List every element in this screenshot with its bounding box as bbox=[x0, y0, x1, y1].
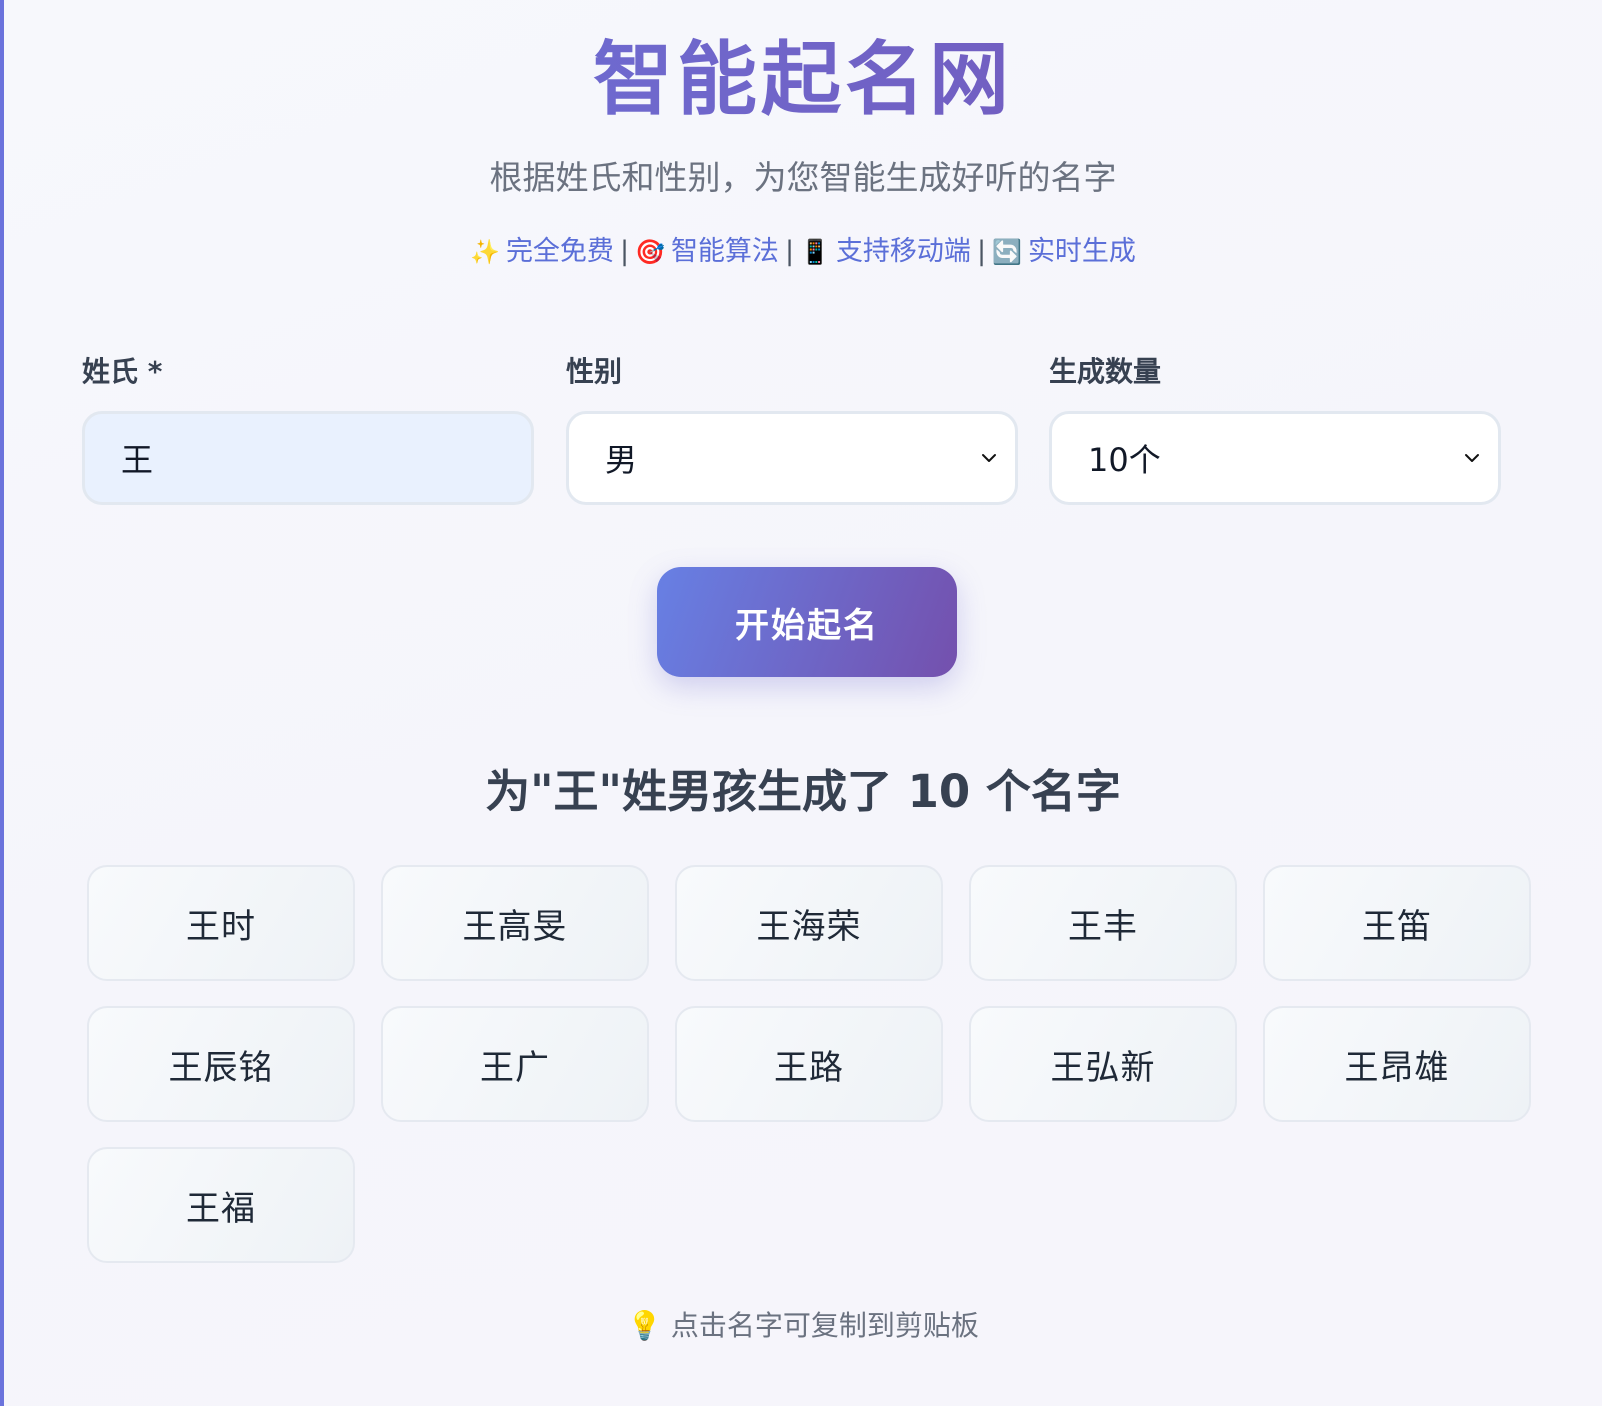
feature-algorithm: 智能算法 bbox=[670, 236, 779, 267]
chevron-down-icon bbox=[982, 454, 996, 462]
name-card[interactable]: 王海荣 bbox=[675, 865, 943, 981]
feature-mobile: 支持移动端 bbox=[835, 236, 971, 267]
name-card[interactable]: 王福 bbox=[87, 1147, 355, 1263]
name-grid: 王时 王高旻 王海荣 王丰 王笛 王辰铭 王广 王路 王弘新 王昂雄 王福 bbox=[87, 865, 1531, 1263]
mobile-phone-icon: 📱 bbox=[800, 238, 830, 266]
generate-button[interactable]: 开始起名 bbox=[657, 567, 957, 677]
name-card[interactable]: 王高旻 bbox=[381, 865, 649, 981]
sparkles-icon: ✨ bbox=[470, 238, 500, 266]
name-card[interactable]: 王弘新 bbox=[969, 1006, 1237, 1122]
name-card[interactable]: 王丰 bbox=[969, 865, 1237, 981]
copy-tip: 💡 点击名字可复制到剪贴板 bbox=[4, 1306, 1602, 1346]
feature-list: ✨ 完全免费 | 🎯 智能算法 | 📱 支持移动端 | 🔄 实时生成 bbox=[4, 232, 1602, 272]
chevron-down-icon bbox=[1465, 454, 1479, 462]
count-select-value: 10个 bbox=[1088, 441, 1161, 479]
name-card[interactable]: 王广 bbox=[381, 1006, 649, 1122]
name-card[interactable]: 王昂雄 bbox=[1263, 1006, 1531, 1122]
name-card[interactable]: 王笛 bbox=[1263, 865, 1531, 981]
results-title: 为"王"姓男孩生成了 10 个名字 bbox=[485, 765, 1121, 818]
copy-tip-text: 点击名字可复制到剪贴板 bbox=[670, 1309, 979, 1342]
feature-realtime: 实时生成 bbox=[1027, 236, 1136, 267]
surname-input[interactable]: 王 bbox=[82, 411, 534, 505]
refresh-icon: 🔄 bbox=[992, 238, 1022, 266]
name-card[interactable]: 王路 bbox=[675, 1006, 943, 1122]
name-card[interactable]: 王时 bbox=[87, 865, 355, 981]
feature-separator: | bbox=[784, 236, 795, 267]
light-bulb-icon: 💡 bbox=[627, 1309, 662, 1342]
name-card[interactable]: 王辰铭 bbox=[87, 1006, 355, 1122]
surname-input-value: 王 bbox=[121, 441, 154, 479]
count-label: 生成数量 bbox=[1049, 355, 1162, 388]
target-icon: 🎯 bbox=[635, 238, 665, 266]
surname-label: 姓氏 * bbox=[82, 355, 163, 388]
feature-separator: | bbox=[976, 236, 987, 267]
gender-label: 性别 bbox=[566, 355, 623, 388]
gender-select-value: 男 bbox=[605, 441, 638, 479]
page-title: 智能起名网 bbox=[4, 30, 1602, 130]
count-select[interactable]: 10个 bbox=[1049, 411, 1501, 505]
page-subtitle: 根据姓氏和性别，为您智能生成好听的名字 bbox=[489, 158, 1117, 197]
feature-free: 完全免费 bbox=[505, 236, 614, 267]
feature-separator: | bbox=[619, 236, 630, 267]
main-card: 智能起名网 根据姓氏和性别，为您智能生成好听的名字 ✨ 完全免费 | 🎯 智能算法 | 📱 支… bbox=[4, 0, 1602, 1406]
gender-select[interactable]: 男 bbox=[566, 411, 1018, 505]
